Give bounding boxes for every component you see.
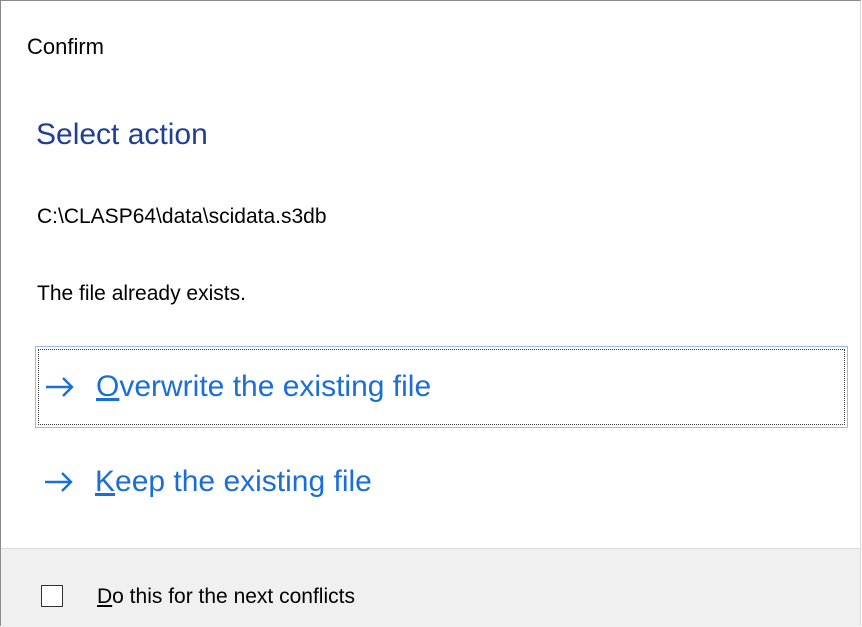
next-conflicts-checkbox[interactable] [41, 585, 63, 607]
arrow-right-icon [44, 375, 76, 399]
main-instruction: Select action [36, 118, 208, 151]
confirm-dialog: Confirm Select action C:\CLASP64\data\sc… [0, 0, 861, 627]
overwrite-file-button[interactable]: Overwrite the existing file [35, 346, 848, 428]
keep-file-label: Keep the existing file [95, 465, 372, 499]
overwrite-file-label: Overwrite the existing file [96, 370, 431, 404]
label-text: o this for the next conflicts [112, 585, 355, 608]
message-text: The file already exists. [37, 282, 246, 305]
keep-file-button[interactable]: Keep the existing file [35, 441, 848, 523]
label-text: eep the existing file [115, 465, 372, 498]
accelerator-key: O [96, 370, 120, 403]
dialog-title: Confirm [27, 34, 105, 59]
arrow-right-icon [43, 470, 75, 494]
dialog-footer: Do this for the next conflicts [1, 548, 860, 627]
accelerator-key: D [97, 585, 113, 608]
next-conflicts-label[interactable]: Do this for the next conflicts [97, 585, 355, 609]
accelerator-key: K [95, 465, 116, 498]
file-path: C:\CLASP64\data\scidata.s3db [37, 205, 327, 228]
label-text: verwrite the existing file [119, 370, 432, 403]
